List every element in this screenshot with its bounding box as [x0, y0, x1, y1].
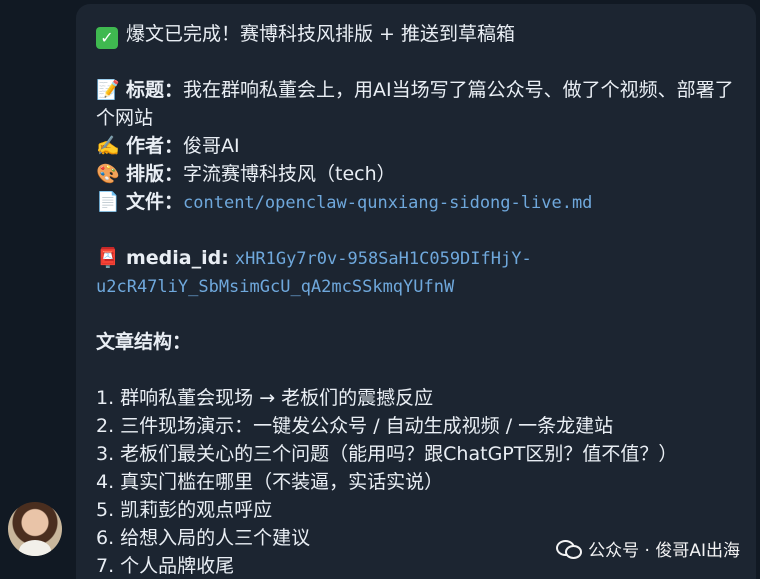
- watermark-text: 公众号 · 俊哥AI出海: [588, 541, 740, 561]
- title-label: 标题：: [126, 79, 184, 101]
- layout-label: 排版：: [126, 163, 184, 185]
- message-bubble: ✓ 爆文已完成！赛博科技风排版 + 推送到草稿箱 📝 标题：我在群响私董会上，用AI…: [76, 4, 756, 579]
- watermark: 公众号 · 俊哥AI出海: [556, 536, 740, 561]
- media-id-value-2[interactable]: u2cR47liY_SbMsimGcU_qA2mcSSkmqYUfnW: [96, 277, 454, 297]
- structure-item: 5. 凯莉彭的观点呼应: [96, 499, 273, 521]
- file-row: 📄 文件：content/openclaw-qunxiang-sidong-liv…: [96, 188, 736, 216]
- structure-item: 2. 三件现场演示：一键发公众号 / 自动生成视频 / 一条龙建站: [96, 415, 614, 437]
- author-label: 作者：: [126, 135, 184, 157]
- file-path[interactable]: content/openclaw-qunxiang-sidong-live.md: [183, 193, 592, 213]
- media-id-row-2: u2cR47liY_SbMsimGcU_qA2mcSSkmqYUfnW: [96, 272, 736, 300]
- postbox-icon: 📮: [96, 247, 120, 269]
- layout-row: 🎨 排版：字流赛博科技风（tech）: [96, 160, 736, 188]
- media-id-label: media_id:: [126, 247, 229, 269]
- message-header: ✓ 爆文已完成！赛博科技风排版 + 推送到草稿箱: [96, 20, 736, 49]
- structure-item: 3. 老板们最关心的三个问题（能用吗？跟ChatGPT区别？值不值？）: [96, 443, 678, 465]
- file-label: 文件：: [126, 191, 184, 213]
- structure-heading: 文章结构：: [96, 331, 192, 353]
- title-row: 📝 标题：我在群响私董会上，用AI当场写了篇公众号、做了个视频、部署了个网站: [96, 76, 736, 132]
- avatar[interactable]: [8, 502, 62, 556]
- check-icon: ✓: [96, 27, 118, 49]
- structure-item: 1. 群响私董会现场 → 老板们的震撼反应: [96, 387, 434, 409]
- writing-hand-icon: ✍️: [96, 135, 120, 157]
- author-row: ✍️ 作者：俊哥AI: [96, 132, 736, 160]
- header-text: 爆文已完成！赛博科技风排版 + 推送到草稿箱: [126, 23, 516, 45]
- structure-item: 4. 真实门槛在哪里（不装逼，实话实说）: [96, 471, 444, 493]
- media-id-row: 📮 media_id: xHR1Gy7r0v-958SaH1C059DIfHjY-: [96, 244, 736, 272]
- title-value: 我在群响私董会上，用AI当场写了篇公众号、做了个视频、部署了个网站: [96, 79, 734, 129]
- media-id-value-1[interactable]: xHR1Gy7r0v-958SaH1C059DIfHjY-: [235, 249, 532, 269]
- document-icon: 📄: [96, 191, 120, 213]
- palette-icon: 🎨: [96, 163, 120, 185]
- author-value: 俊哥AI: [183, 135, 240, 157]
- layout-value: 字流赛博科技风（tech）: [183, 163, 396, 185]
- chat-screen: ✓ 爆文已完成！赛博科技风排版 + 推送到草稿箱 📝 标题：我在群响私董会上，用AI…: [0, 0, 760, 579]
- memo-icon: 📝: [96, 79, 120, 101]
- wechat-icon: [556, 539, 583, 559]
